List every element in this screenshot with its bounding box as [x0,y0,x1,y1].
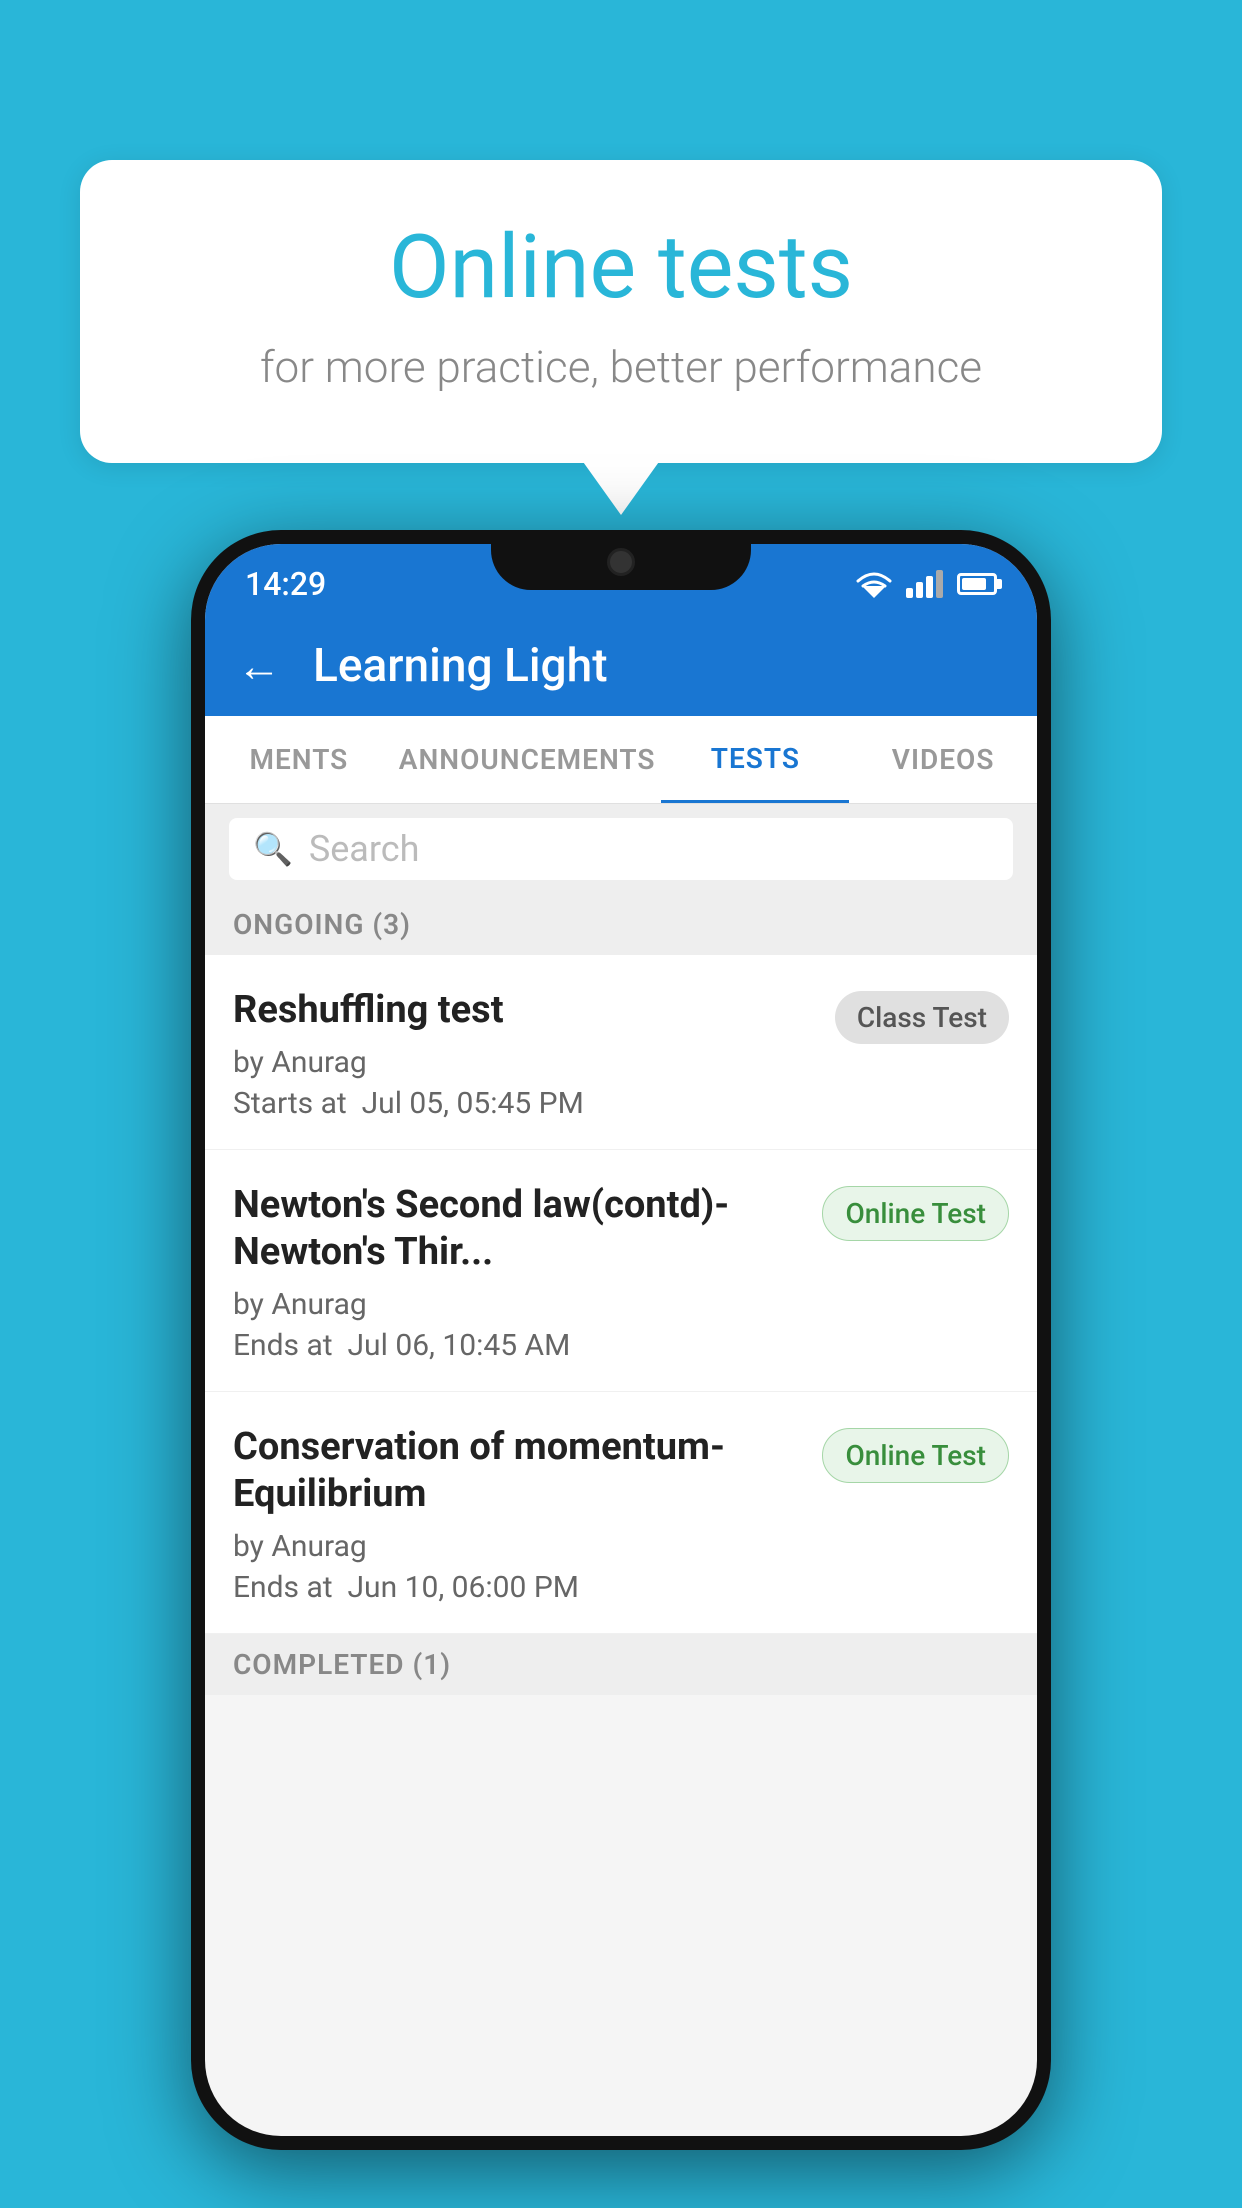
search-placeholder: Search [309,828,420,870]
test-badge-3: Online Test [822,1428,1009,1483]
tab-announcements[interactable]: ANNOUNCEMENTS [393,716,662,803]
battery-fill [962,578,986,590]
test-info-1: Reshuffling test by Anurag Starts at Jul… [233,987,835,1121]
tab-videos[interactable]: VIDEOS [849,716,1037,803]
test-name-1: Reshuffling test [233,987,815,1035]
test-time-3: Ends at Jun 10, 06:00 PM [233,1570,802,1605]
camera [607,548,635,576]
bubble-subtitle: for more practice, better performance [160,341,1082,393]
test-by-3: by Anurag [233,1529,802,1564]
phone-notch [491,530,751,590]
back-button[interactable]: ← [237,640,281,692]
app-header: ← Learning Light [205,616,1037,716]
ongoing-section-header: ONGOING (3) [205,894,1037,955]
status-time: 14:29 [245,565,326,603]
test-item[interactable]: Reshuffling test by Anurag Starts at Jul… [205,955,1037,1150]
app-title: Learning Light [313,639,608,693]
tab-ments[interactable]: MENTS [205,716,393,803]
wifi-icon [856,570,892,598]
phone-screen: 14:29 [205,544,1037,2136]
test-info-3: Conservation of momentum-Equilibrium by … [233,1424,822,1605]
battery-icon [957,573,997,595]
test-time-1: Starts at Jul 05, 05:45 PM [233,1086,815,1121]
test-badge-2: Online Test [822,1186,1009,1241]
search-icon: 🔍 [253,830,293,868]
test-by-2: by Anurag [233,1287,802,1322]
signal-icon [906,570,943,598]
tab-tests[interactable]: TESTS [661,716,849,803]
test-badge-1: Class Test [835,991,1009,1044]
test-item-3[interactable]: Conservation of momentum-Equilibrium by … [205,1392,1037,1634]
tabs-bar: MENTS ANNOUNCEMENTS TESTS VIDEOS [205,716,1037,804]
status-icons [856,570,997,598]
search-bar: 🔍 Search [205,804,1037,894]
test-info-2: Newton's Second law(contd)-Newton's Thir… [233,1182,822,1363]
completed-section-header: COMPLETED (1) [205,1634,1037,1695]
test-by-1: by Anurag [233,1045,815,1080]
test-name-2: Newton's Second law(contd)-Newton's Thir… [233,1182,802,1277]
speech-bubble: Online tests for more practice, better p… [80,160,1162,463]
test-list: Reshuffling test by Anurag Starts at Jul… [205,955,1037,1634]
test-item-2[interactable]: Newton's Second law(contd)-Newton's Thir… [205,1150,1037,1392]
bubble-title: Online tests [160,220,1082,317]
test-time-2: Ends at Jul 06, 10:45 AM [233,1328,802,1363]
test-name-3: Conservation of momentum-Equilibrium [233,1424,802,1519]
phone-frame: 14:29 [191,530,1051,2150]
search-input-container[interactable]: 🔍 Search [229,818,1013,880]
